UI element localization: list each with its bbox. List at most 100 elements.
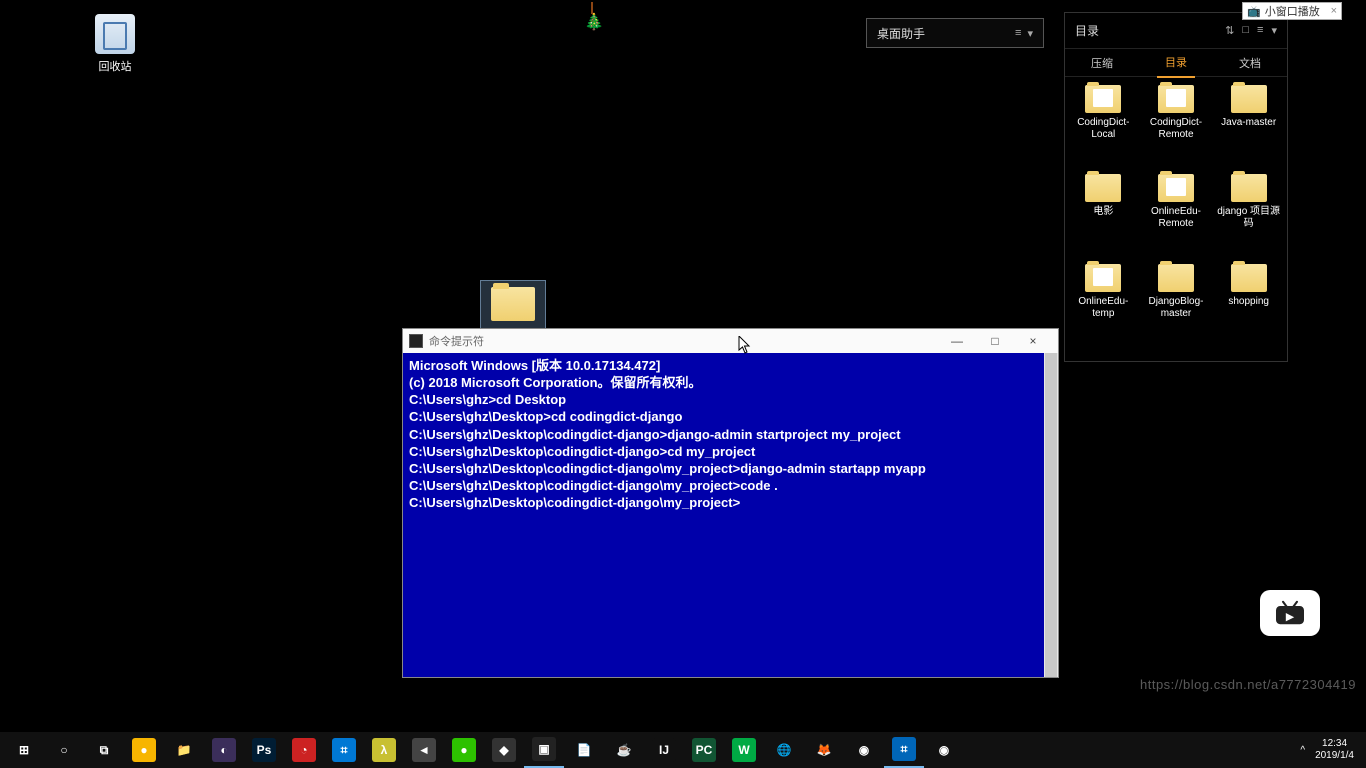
taskbar-firefox[interactable]: 🦊 — [804, 732, 844, 768]
taskbar-eclipse[interactable]: ◐ — [204, 732, 244, 768]
folder-icon — [1158, 174, 1194, 202]
chrome2-icon: ◉ — [932, 738, 956, 762]
cortana-icon: ○ — [52, 738, 76, 762]
tab-directory[interactable]: 目录 — [1157, 48, 1195, 78]
taskbar-photoshop[interactable]: Ps — [244, 732, 284, 768]
bilibili-fab[interactable] — [1260, 590, 1320, 636]
wechat-icon: ● — [452, 738, 476, 762]
tree-decoration-icon — [584, 12, 600, 34]
helper-menu-icon[interactable]: ≡ — [1015, 27, 1021, 39]
dir-view-icon[interactable]: □ — [1242, 24, 1249, 37]
taskbar-cmd[interactable]: ▣ — [524, 732, 564, 768]
minimize-button[interactable]: — — [938, 330, 976, 352]
clock-time: 12:34 — [1315, 738, 1354, 750]
taskbar-taskview[interactable]: ⧉ — [84, 732, 124, 768]
cmd-titlebar[interactable]: 命令提示符 — □ × — [403, 329, 1058, 353]
taskbar-lambda[interactable]: λ — [364, 732, 404, 768]
tv-icon: 📺 — [1247, 5, 1261, 18]
taskbar-notepadpp[interactable]: 📄 — [564, 732, 604, 768]
photoshop-icon: Ps — [252, 738, 276, 762]
dir-menu-icon[interactable]: ≡ — [1257, 24, 1263, 37]
tray-up-icon[interactable]: ^ — [1300, 745, 1305, 756]
taskbar-sublime[interactable]: ◄ — [404, 732, 444, 768]
taskbar-globe[interactable]: 🌐 — [764, 732, 804, 768]
watermark-text: https://blog.csdn.net/a7772304419 — [1140, 677, 1356, 692]
helper-dropdown-icon[interactable]: ▾ — [1027, 27, 1033, 40]
vscode2-icon: ⌗ — [892, 737, 916, 761]
folder-icon — [1158, 264, 1194, 292]
vscode1-icon: ⌗ — [332, 738, 356, 762]
app-dark-icon: ◆ — [492, 738, 516, 762]
tab-archive[interactable]: 文档 — [1231, 49, 1269, 77]
mini-player-close[interactable]: × — [1331, 5, 1337, 17]
cmd-line: C:\Users\ghz\Desktop\codingdict-django\m… — [409, 494, 1052, 511]
taskbar-vscode2[interactable]: ⌗ — [884, 732, 924, 768]
helper-bar-icons: ≡ ▾ — [1015, 27, 1033, 40]
intellij-icon: IJ — [652, 738, 676, 762]
cmd-icon: ▣ — [532, 737, 556, 761]
taskbar-cortana[interactable]: ○ — [44, 732, 84, 768]
taskbar: ⊞ ○ ⧉ ● 📁 ◐ Ps ◔ ⌗ λ ◄ ● ◆ ▣ 📄☕ IJ PC W 🌐 🦊 ◉ ⌗ ◉ ^ 12:34 2019… — [0, 732, 1366, 768]
desktop-helper-bar[interactable]: 桌面助手 ≡ ▾ — [866, 18, 1044, 48]
folder-item[interactable]: 电影 — [1069, 174, 1138, 259]
cmd-scrollbar[interactable] — [1044, 353, 1058, 677]
taskbar-wechat[interactable]: ● — [444, 732, 484, 768]
taskbar-start[interactable]: ⊞ — [4, 732, 44, 768]
taskbar-webstorm[interactable]: W — [724, 732, 764, 768]
taskbar-intellij[interactable]: IJ — [644, 732, 684, 768]
cmd-line: (c) 2018 Microsoft Corporation。保留所有权利。 — [409, 374, 1052, 391]
eclipse-icon: ◐ — [212, 738, 236, 762]
taskbar-java[interactable]: ☕ — [604, 732, 644, 768]
taskbar-app-red[interactable]: ◔ — [284, 732, 324, 768]
close-button[interactable]: × — [1014, 330, 1052, 352]
folder-item[interactable]: django 项目源码 — [1214, 174, 1283, 259]
cmd-line: C:\Users\ghz\Desktop\codingdict-django\m… — [409, 460, 1052, 477]
dir-dropdown-icon[interactable]: ▾ — [1271, 24, 1277, 37]
taskbar-explorer[interactable]: 📁 — [164, 732, 204, 768]
explorer-icon: 📁 — [172, 738, 196, 762]
lambda-icon: λ — [372, 738, 396, 762]
tab-compress[interactable]: 压缩 — [1083, 49, 1121, 77]
taskbar-clock[interactable]: 12:34 2019/1/4 — [1315, 738, 1354, 762]
cmd-line: C:\Users\ghz>cd Desktop — [409, 391, 1052, 408]
folder-icon — [1085, 85, 1121, 113]
directory-tabs: 压缩 目录 文档 — [1065, 49, 1287, 77]
taskview-icon: ⧉ — [92, 738, 116, 762]
folder-item[interactable]: DjangoBlog-master — [1142, 264, 1211, 349]
bilibili-icon — [1273, 599, 1307, 627]
start-icon: ⊞ — [12, 738, 36, 762]
sublime-icon: ◄ — [412, 738, 436, 762]
clock-date: 2019/1/4 — [1315, 750, 1354, 762]
webstorm-icon: W — [732, 738, 756, 762]
folder-item[interactable]: CodingDict-Remote — [1142, 85, 1211, 170]
folder-item[interactable]: CodingDict-Local — [1069, 85, 1138, 170]
folder-icon — [1231, 85, 1267, 113]
globe-icon: 🌐 — [772, 738, 796, 762]
recycle-bin-icon — [95, 14, 135, 54]
recycle-bin[interactable]: 回收站 — [80, 14, 150, 74]
directory-title: 目录 — [1075, 22, 1099, 39]
cmd-title: 命令提示符 — [429, 333, 484, 349]
taskbar-vscode1[interactable]: ⌗ — [324, 732, 364, 768]
taskbar-chrome1[interactable]: ◉ — [844, 732, 884, 768]
taskbar-app-dark[interactable]: ◆ — [484, 732, 524, 768]
folder-icon — [1231, 174, 1267, 202]
cmd-body[interactable]: Microsoft Windows [版本 10.0.17134.472] (c… — [403, 353, 1058, 677]
folder-item[interactable]: OnlineEdu-Remote — [1142, 174, 1211, 259]
dir-sort-icon[interactable]: ⇅ — [1225, 24, 1234, 37]
taskbar-pycharm[interactable]: PC — [684, 732, 724, 768]
folder-icon — [1158, 85, 1194, 113]
cmd-line: C:\Users\ghz\Desktop\codingdict-django>c… — [409, 443, 1052, 460]
taskbar-chrome2[interactable]: ◉ — [924, 732, 964, 768]
system-tray: ^ 12:34 2019/1/4 — [1300, 738, 1362, 762]
mini-player-pill[interactable]: 📺 小窗口播放 × — [1242, 2, 1342, 20]
folder-item[interactable]: shopping — [1214, 264, 1283, 349]
folder-item[interactable]: Java-master — [1214, 85, 1283, 170]
scrollbar-thumb[interactable] — [1045, 353, 1057, 677]
cmd-line: C:\Users\ghz\Desktop\codingdict-django\m… — [409, 477, 1052, 494]
360-icon: ● — [132, 738, 156, 762]
folder-item[interactable]: OnlineEdu-temp — [1069, 264, 1138, 349]
taskbar-360[interactable]: ● — [124, 732, 164, 768]
firefox-icon: 🦊 — [812, 738, 836, 762]
maximize-button[interactable]: □ — [976, 330, 1014, 352]
